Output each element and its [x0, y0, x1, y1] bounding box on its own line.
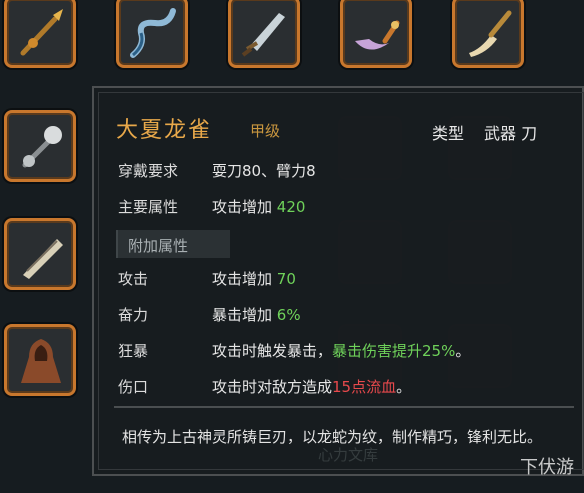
attr-label: 攻击 [118, 270, 149, 288]
attr-label: 奋力 [118, 306, 149, 324]
inventory-slot-6[interactable] [4, 110, 76, 182]
primary-attribute-text: 攻击增加 [212, 198, 277, 216]
spiked-mace-icon [22, 126, 62, 168]
inventory-slot-3[interactable] [228, 0, 300, 68]
requirement-value: 耍刀80、臂力8 [212, 162, 316, 180]
broad-sword-icon [241, 13, 285, 57]
attr-highlight: 暴击伤害提升25% [332, 342, 456, 360]
attr-value: 攻击增加 70 [212, 268, 296, 289]
attr-highlight: 70 [276, 270, 296, 288]
attr-highlight: 15点流血 [332, 378, 397, 396]
attr-suffix: 。 [396, 378, 412, 396]
inventory-slot-8[interactable] [4, 324, 76, 396]
inventory-slot-5[interactable] [452, 0, 524, 68]
attr-value: 攻击时对敌方造成15点流血。 [212, 376, 411, 397]
requirement-label: 穿戴要求 [118, 162, 179, 180]
inventory-slot-7[interactable] [4, 218, 76, 290]
primary-attribute-number: 420 [276, 198, 306, 216]
corner-watermark: 下伏游 [520, 457, 574, 478]
attr-value: 攻击时触发暴击，暴击伤害提升25%。 [212, 340, 470, 361]
attr-value: 暴击增加 6% [212, 304, 301, 325]
attr-text: 暴击增加 [212, 306, 277, 324]
item-type-label: 类型 [432, 124, 465, 143]
attr-label: 狂暴 [118, 342, 149, 360]
watermark-text: 心力文库 [318, 446, 379, 464]
item-tooltip: 大夏龙雀 甲级 类型 武器 刀 穿戴要求 耍刀80、臂力8 主要属性 攻击增加 … [92, 86, 584, 476]
primary-attribute-label: 主要属性 [118, 198, 179, 216]
inventory-slot-4[interactable] [340, 0, 412, 68]
item-name: 大夏龙雀 [116, 118, 213, 143]
extra-attributes-header: 附加属性 [116, 230, 230, 258]
bone-axe-icon [23, 239, 63, 279]
attr-highlight: 6% [276, 306, 301, 324]
tooltip-frame [98, 92, 584, 470]
item-type-value: 武器 刀 [484, 124, 538, 143]
attr-text: 攻击增加 [212, 270, 277, 288]
hooded-cloak-icon [21, 339, 61, 383]
attr-label: 伤口 [118, 378, 149, 396]
extra-attributes-title: 附加属性 [128, 237, 189, 255]
inventory-screen: 大夏龙雀 甲级 类型 武器 刀 穿戴要求 耍刀80、臂力8 主要属性 攻击增加 … [0, 0, 584, 493]
item-grade: 甲级 [250, 122, 281, 140]
inventory-slot-2[interactable] [116, 0, 188, 68]
serpent-blade-icon [130, 8, 176, 58]
dragon-glaive-icon [469, 10, 512, 57]
attr-text: 攻击时触发暴击， [212, 342, 333, 360]
inventory-slot-1[interactable] [4, 0, 76, 68]
crescent-blade-icon [355, 20, 400, 50]
attr-text: 攻击时对敌方造成 [212, 378, 333, 396]
attr-suffix: 。 [455, 342, 471, 360]
primary-attribute-value: 攻击增加 420 [212, 196, 305, 217]
golden-spear-icon [20, 9, 63, 56]
tooltip-divider [114, 406, 574, 408]
